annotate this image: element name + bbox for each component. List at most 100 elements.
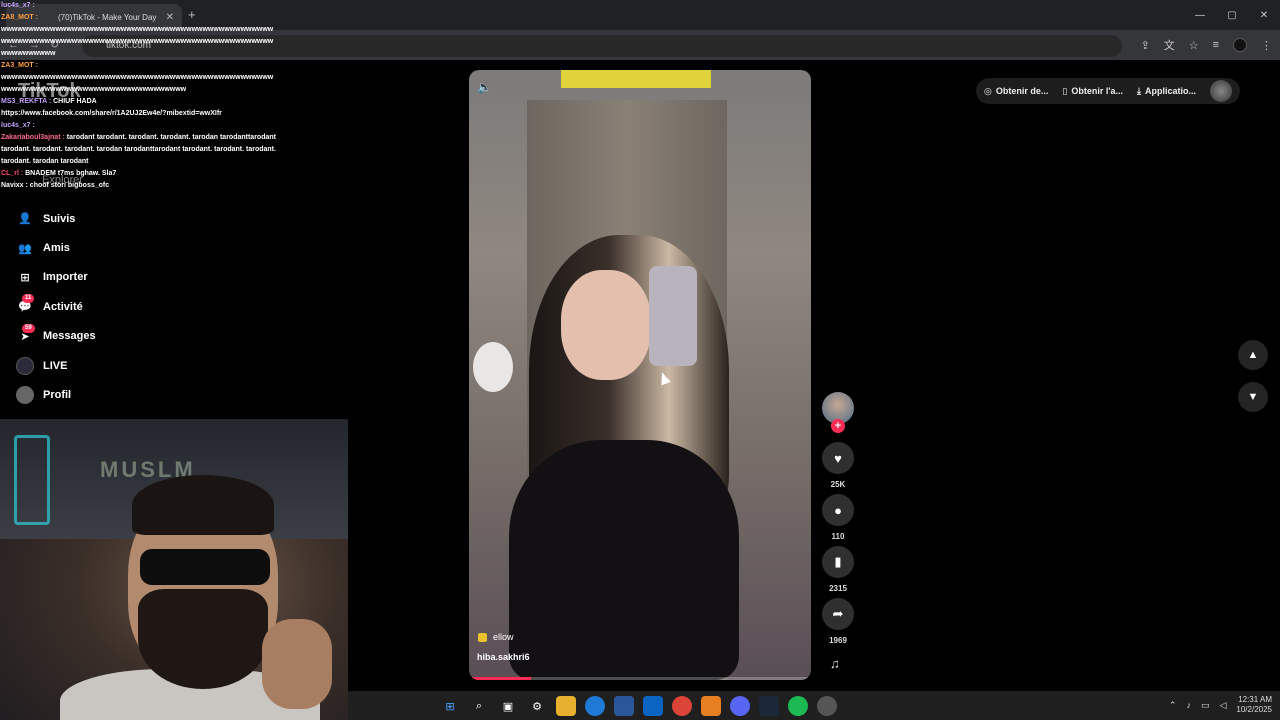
sidebar-item-profil[interactable]: Profil [0,380,276,409]
edge-icon[interactable] [585,696,605,716]
discord-icon[interactable] [730,696,750,716]
network-icon[interactable]: ▭ [1201,700,1210,711]
profile-avatar[interactable] [1233,38,1247,52]
taskbar-apps: ⊞ ⌕ ▣ ⚙ [440,696,837,716]
stream-chat-overlay: luc4s_x7 : ZA8_MOT : wwwwwwwwwwwwwwwwwww… [1,0,277,192]
sidebar-item-messages[interactable]: ➤ 59 Messages [0,322,276,351]
chat-text: choof stori bigboss_ofc [29,182,110,189]
sidebar-item-live[interactable]: LIVE [0,351,276,380]
share-icon[interactable]: ➦ [822,598,854,630]
sidebar-item-label: Messages [43,330,96,343]
chat-text: https://www.facebook.com/share/r/1A2UJ2E… [1,110,222,117]
get-app-button[interactable]: ▯ Obtenir l'a... [1062,86,1123,97]
save-count: 2315 [829,584,847,593]
bookmark-star-icon[interactable]: ☆ [1189,39,1199,52]
taskbar: ⊞ ⌕ ▣ ⚙ ⌃ ♪ ▭ ◁ 12:31 AM 10/2/2025 [348,691,1280,720]
get-coins-button[interactable]: ◎ Obtenir de... [984,86,1048,97]
windows-start-icon[interactable]: ⊞ [440,696,460,716]
share-count: 1969 [829,636,847,645]
chat-message: CL_rl : BNADEM t7ms bghaw. Sla7 [1,168,277,180]
friends-icon: 👥 [18,242,32,255]
sidebar: Explorer 👤 Suivis 👥 Amis ⊞ Importer 💬 11… [0,174,276,410]
sidebar-item-amis[interactable]: 👥 Amis [0,233,276,262]
maximize-button[interactable]: ▢ [1216,0,1248,30]
sidebar-item-activite[interactable]: 💬 11 Activité [0,292,276,321]
toolbar-tools: ⇪ 文 ☆ ≡ ⋮ [1140,37,1272,53]
chevron-up-icon: ▲ [1247,349,1259,361]
store-icon[interactable] [614,696,634,716]
sidebar-item-suivis[interactable]: 👤 Suivis [0,204,276,233]
live-icon [16,356,34,375]
chat-username: ZA8_MOT : [1,14,38,21]
search-icon[interactable]: ⌕ [469,696,489,716]
chrome-icon[interactable] [672,696,692,716]
translate-icon[interactable]: 文 [1164,37,1175,53]
video-actions: + ♥ 25K ● 110 ▮ 2315 ➦ 1969 ♫ [820,392,856,671]
spotify-icon[interactable] [788,696,808,716]
window-close-button[interactable]: ✕ [1248,0,1280,30]
video-phone [649,266,697,366]
chat-message: Zakariaboul3ajnat : tarodant tarodant. t… [1,132,277,168]
obs-icon[interactable] [817,696,837,716]
streamer-hand [262,619,332,709]
chat-message: ZA8_MOT : [1,12,277,24]
chat-message: wwwwwwwwwwwwwwwwwwwwwwwwwwwwwwwwwwwwwwww… [1,24,277,60]
profile-avatar[interactable] [1209,80,1232,102]
like-action[interactable]: ♥ 25K [822,442,854,489]
neon-light [14,435,50,525]
video-player[interactable]: 🔈 ellow hiba.sakhri6 [469,70,811,680]
download-icon: ⤓ [1136,85,1141,96]
tray-chevron-icon[interactable]: ⌃ [1169,700,1177,711]
minimize-button[interactable]: — [1184,0,1216,30]
streamer-hair [132,475,274,535]
video-progress-bar[interactable] [469,677,811,680]
outlook-icon[interactable] [643,696,663,716]
comment-count: 110 [831,532,845,541]
settings-icon[interactable]: ⚙ [527,696,547,716]
sidebar-item-importer[interactable]: ⊞ Importer [0,263,276,292]
heart-icon[interactable]: ♥ [822,442,854,474]
previous-video-button[interactable]: ▲ [1238,340,1268,370]
save-action[interactable]: ▮ 2315 [822,546,854,593]
chat-message: luc4s_x7 : [1,0,277,12]
time: 12:31 AM [1238,695,1272,704]
creator-avatar[interactable]: + [822,392,854,433]
chat-username: ZA3_MOT : [1,62,38,69]
video-dress [509,440,739,680]
profile-icon [16,386,34,405]
sidebar-item-label: Suivis [43,212,76,225]
get-coins-label: Obtenir de... [995,86,1049,96]
video-progress-fill [469,677,531,680]
music-label[interactable]: ellow [478,632,514,642]
chat-text: wwwwwwwwwwwwwwwwwwwwwwwwwwwwwwwwwwwwwwww… [1,74,274,93]
upload-icon: ⊞ [20,271,30,284]
microphone-icon[interactable]: ♪ [1186,700,1191,710]
top-right-bar: ◎ Obtenir de... ▯ Obtenir l'a... ⤓ Applicat… [976,78,1240,104]
share-action[interactable]: ➦ 1969 [822,598,854,645]
chat-text: CHIUF HADA [53,98,97,105]
sidebar-item-label: Profil [43,389,72,402]
media-icon[interactable]: ≡ [1213,39,1219,51]
music-disc-icon[interactable]: ♫ [830,656,840,671]
next-video-button[interactable]: ▼ [1238,382,1268,412]
volume-icon[interactable]: 🔈 [477,80,492,94]
steam-icon[interactable] [759,696,779,716]
task-view-icon[interactable]: ▣ [498,696,518,716]
desktop-app-label: Applicatio... [1144,86,1196,96]
comment-icon[interactable]: ● [822,494,854,526]
video-author[interactable]: hiba.sakhri6 [477,652,530,662]
chat-username: Zakariaboul3ajnat : [1,134,67,141]
desktop-app-button[interactable]: ⤓ Applicatio... [1137,86,1196,97]
comment-action[interactable]: ● 110 [822,494,854,541]
get-app-label: Obtenir l'a... [1071,86,1123,96]
sidebar-item-label: Importer [43,271,88,284]
install-icon[interactable]: ⇪ [1140,39,1149,52]
app-icon[interactable] [701,696,721,716]
speaker-icon[interactable]: ◁ [1219,700,1226,711]
menu-dots-icon[interactable]: ⋮ [1261,39,1272,52]
bookmark-icon[interactable]: ▮ [822,546,854,578]
clock[interactable]: 12:31 AM 10/2/2025 [1236,695,1272,715]
follow-plus-icon[interactable]: + [831,419,845,433]
file-explorer-icon[interactable] [556,696,576,716]
date: 10/2/2025 [1236,705,1272,714]
